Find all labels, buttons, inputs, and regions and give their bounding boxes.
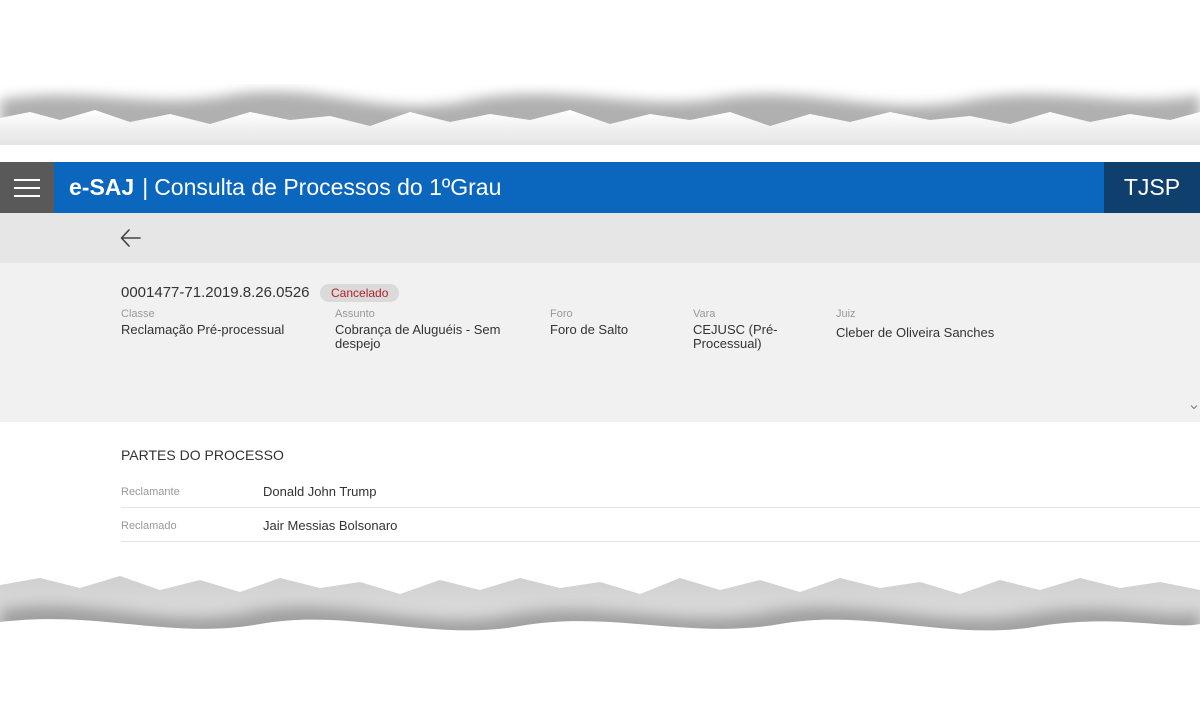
party-row: Reclamante Donald John Trump [121,474,1200,508]
process-number: 0001477-71.2019.8.26.0526 [121,284,310,301]
arrow-left-icon [120,229,141,247]
field-label: Assunto [335,308,375,320]
field-label: Classe [121,308,155,320]
field-assunto: Assunto Cobrança de Aluguéis - Sem despe… [335,308,515,351]
status-badge: Cancelado [320,284,400,302]
title-separator: | [142,174,149,200]
field-value: Foro de Salto [550,322,629,337]
page-title: Consulta de Processos do 1ºGrau [154,174,502,200]
torn-paper-bottom [0,576,1200,725]
field-value: Cobrança de Aluguéis - Sem despejo [335,322,501,351]
sub-toolbar [0,213,1200,263]
parties-title: PARTES DO PROCESSO [121,447,284,463]
field-value: CEJUSC (Pré-Processual) [693,322,778,351]
field-foro: Foro Foro de Salto [550,308,680,337]
menu-button[interactable] [0,162,54,213]
back-button[interactable] [118,225,144,251]
party-role: Reclamado [121,520,177,532]
field-label: Juiz [836,308,856,320]
field-label: Vara [693,308,716,320]
field-value: Cleber de Oliveira Sanches [836,325,995,340]
chevron-down-icon[interactable] [1190,403,1198,411]
party-name: Donald John Trump [263,484,377,499]
field-classe: Classe Reclamação Pré-processual [121,308,321,337]
field-vara: Vara CEJUSC (Pré-Processual) [693,308,788,351]
field-label: Foro [550,308,573,320]
party-row: Reclamado Jair Messias Bolsonaro [121,508,1200,542]
torn-paper-top [0,0,1200,165]
field-value: Reclamação Pré-processual [121,322,285,337]
brand-name[interactable]: e-SAJ [69,174,134,200]
app-title: e-SAJ | Consulta de Processos do 1ºGrau [69,174,501,201]
field-juiz: Juiz Cleber de Oliveira Sanches [836,308,1056,340]
party-role: Reclamante [121,486,180,498]
process-summary: 0001477-71.2019.8.26.0526 Cancelado Clas… [0,263,1200,422]
court-logo[interactable]: TJSP [1104,162,1200,213]
party-name: Jair Messias Bolsonaro [263,518,398,533]
app-header: e-SAJ | Consulta de Processos do 1ºGrau TJ… [0,162,1200,213]
hamburger-menu-icon [14,178,40,197]
